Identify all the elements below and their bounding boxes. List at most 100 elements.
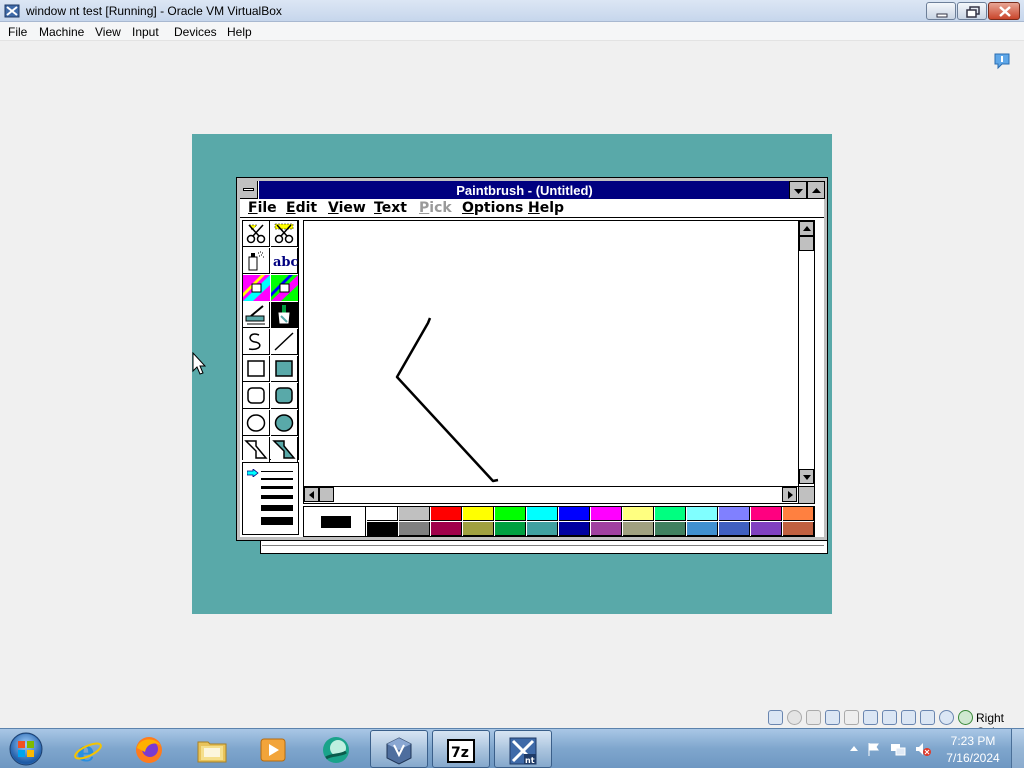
drawing-canvas[interactable] [304, 221, 798, 486]
palette-swatch[interactable] [751, 522, 782, 536]
pb-menu-view[interactable]: View [328, 200, 366, 216]
horizontal-scrollbar[interactable] [304, 486, 798, 503]
line-width-6[interactable] [261, 517, 293, 525]
scroll-up-button[interactable] [799, 221, 814, 236]
show-desktop-button[interactable] [1011, 729, 1024, 768]
close-button[interactable] [988, 2, 1020, 20]
scroll-down-button[interactable] [799, 469, 814, 484]
start-button-icon[interactable] [5, 731, 47, 767]
curve-tool[interactable] [243, 329, 270, 355]
filled-polygon-tool[interactable] [271, 437, 298, 463]
polygon-tool[interactable] [243, 437, 270, 463]
menu-machine[interactable]: Machine [39, 25, 84, 39]
paintbrush-titlebar[interactable]: Paintbrush - (Untitled) [259, 181, 790, 199]
scroll-left-button[interactable] [304, 487, 319, 502]
palette-swatch[interactable] [783, 507, 814, 521]
floppy-icon[interactable] [806, 710, 821, 725]
palette-swatch[interactable] [559, 507, 590, 521]
text-tool[interactable]: abc [271, 248, 298, 274]
scissors-pick-tool[interactable] [243, 221, 270, 247]
action-center-flag-icon[interactable] [866, 741, 882, 757]
rounded-box-tool[interactable] [243, 383, 270, 409]
horizontal-scroll-thumb[interactable] [319, 487, 334, 502]
filled-rounded-box-tool[interactable] [271, 383, 298, 409]
line-width-4[interactable] [261, 495, 293, 499]
palette-swatch[interactable] [751, 507, 782, 521]
pb-menu-options[interactable]: Options [462, 200, 523, 216]
palette-swatch[interactable] [687, 507, 718, 521]
network-icon[interactable] [825, 710, 840, 725]
network-status-icon[interactable] [890, 741, 906, 757]
menu-input[interactable]: Input [132, 25, 159, 39]
restore-button[interactable] [957, 2, 987, 20]
palette-swatch[interactable] [431, 522, 462, 536]
color-eraser-tool[interactable] [243, 275, 270, 301]
display-icon[interactable] [882, 710, 897, 725]
airbrush-tool[interactable] [243, 248, 270, 274]
taskbar-media-player[interactable] [245, 730, 303, 768]
palette-swatch[interactable] [463, 522, 494, 536]
filled-box-tool[interactable] [271, 356, 298, 382]
mouse-integration-icon[interactable] [958, 710, 973, 725]
clock-time[interactable]: 7:23 PM [940, 734, 1006, 748]
taskbar-7zip[interactable]: 7z [432, 730, 490, 768]
palette-swatch[interactable] [719, 522, 750, 536]
palette-swatch[interactable] [559, 522, 590, 536]
line-tool[interactable] [271, 329, 298, 355]
usb-icon[interactable] [844, 710, 859, 725]
taskbar-virtualbox[interactable] [370, 730, 428, 768]
palette-swatch[interactable] [591, 522, 622, 536]
minimize-button[interactable] [926, 2, 956, 20]
palette-swatch[interactable] [655, 522, 686, 536]
taskbar-app[interactable] [308, 730, 366, 768]
vertical-scroll-thumb[interactable] [799, 236, 814, 251]
box-tool[interactable] [243, 356, 270, 382]
video-capture-icon[interactable] [901, 710, 916, 725]
palette-swatch[interactable] [527, 507, 558, 521]
menu-view[interactable]: View [95, 25, 121, 39]
palette-swatch[interactable] [367, 522, 398, 536]
palette-swatch[interactable] [367, 507, 398, 521]
vertical-scrollbar[interactable] [798, 221, 814, 486]
palette-swatch[interactable] [495, 522, 526, 536]
line-width-3[interactable] [261, 486, 293, 489]
palette-swatch[interactable] [463, 507, 494, 521]
pb-menu-help[interactable]: Help [528, 200, 564, 216]
circle-tool[interactable] [243, 410, 270, 436]
paint-roller-tool[interactable] [243, 302, 270, 328]
taskbar-internet-explorer[interactable]: e [60, 730, 118, 768]
line-width-selector[interactable] [242, 462, 299, 535]
line-width-5[interactable] [261, 505, 293, 511]
volume-muted-icon[interactable] [915, 741, 931, 757]
pb-menu-pick[interactable]: Pick [419, 200, 452, 216]
menu-file[interactable]: File [8, 25, 27, 39]
help-balloon-icon[interactable] [993, 52, 1011, 70]
palette-swatch[interactable] [623, 522, 654, 536]
palette-swatch[interactable] [399, 522, 430, 536]
palette-swatch[interactable] [399, 507, 430, 521]
palette-swatch[interactable] [495, 507, 526, 521]
scissors-cut-tool[interactable] [271, 221, 298, 247]
system-menu-button[interactable] [240, 181, 258, 199]
palette-swatch[interactable] [431, 507, 462, 521]
virtualbox-app-icon[interactable] [4, 3, 20, 19]
taskbar-file-explorer[interactable] [184, 730, 242, 768]
menu-help[interactable]: Help [227, 25, 252, 39]
menu-devices[interactable]: Devices [174, 25, 217, 39]
cpu-icon[interactable] [920, 710, 935, 725]
palette-swatch[interactable] [687, 522, 718, 536]
pb-menu-text[interactable]: Text [374, 200, 407, 216]
scroll-right-button[interactable] [782, 487, 797, 502]
line-width-2[interactable] [261, 478, 293, 480]
pb-menu-edit[interactable]: Edit [286, 200, 317, 216]
palette-swatch[interactable] [527, 522, 558, 536]
palette-swatch[interactable] [655, 507, 686, 521]
brush-tool[interactable] [271, 302, 298, 328]
clock-date[interactable]: 7/16/2024 [940, 751, 1006, 765]
palette-swatch[interactable] [623, 507, 654, 521]
palette-swatch[interactable] [719, 507, 750, 521]
guest-additions-icon[interactable] [939, 710, 954, 725]
eraser-tool[interactable] [271, 275, 298, 301]
shared-folders-icon[interactable] [863, 710, 878, 725]
taskbar-firefox[interactable] [121, 730, 179, 768]
